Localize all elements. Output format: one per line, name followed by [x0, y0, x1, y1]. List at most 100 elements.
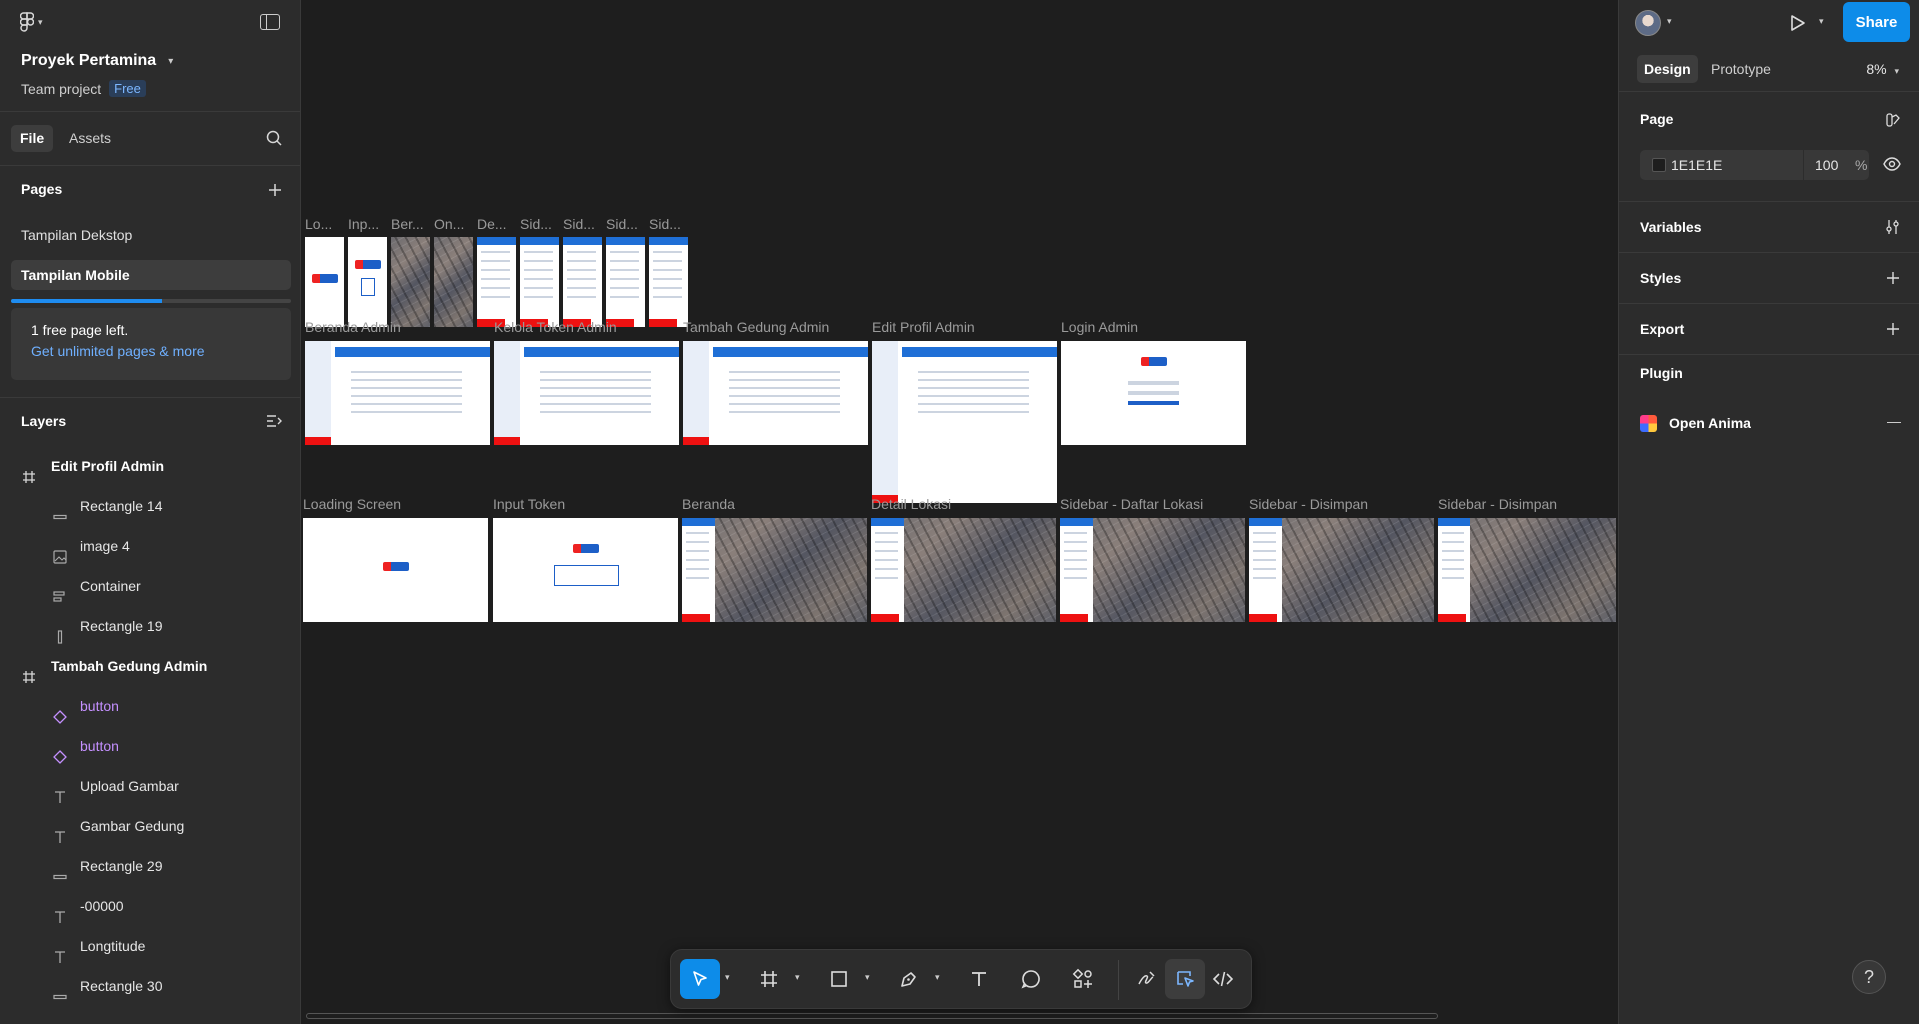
canvas[interactable]: Lo... Inp... Ber... On... De... Sid... Sid... S…: [302, 0, 1618, 1024]
design-mode-button[interactable]: [1165, 959, 1205, 999]
frame-thumbnail[interactable]: [391, 237, 430, 327]
tab-design[interactable]: Design: [1637, 55, 1698, 83]
frame-label[interactable]: Sid...: [649, 216, 691, 232]
frame-label[interactable]: De...: [477, 216, 519, 232]
frame-label[interactable]: Sidebar - Daftar Lokasi: [1060, 496, 1245, 512]
frame-thumbnail[interactable]: [1061, 341, 1246, 445]
layer-row[interactable]: -00000: [0, 886, 300, 926]
layer-row[interactable]: Rectangle 14: [0, 486, 300, 526]
sidebar-toggle-icon[interactable]: [260, 14, 280, 30]
layer-row[interactable]: Rectangle 30: [0, 966, 300, 1006]
zoom-dropdown[interactable]: 8% ▾: [1866, 61, 1899, 77]
collapse-layers-icon[interactable]: [266, 414, 282, 428]
frame-thumbnail[interactable]: [683, 341, 868, 445]
export-section[interactable]: Export: [1619, 304, 1919, 355]
frame-label[interactable]: On...: [434, 216, 476, 232]
frame-label[interactable]: Sidebar - Disimpan: [1438, 496, 1618, 512]
chevron-down-icon[interactable]: ▾: [1667, 16, 1672, 27]
layer-row[interactable]: button: [0, 726, 300, 766]
frame-thumbnail[interactable]: [305, 237, 344, 327]
page-item-tampilan-mobile[interactable]: Tampilan Mobile: [11, 260, 291, 290]
layer-row[interactable]: Container: [0, 566, 300, 606]
dev-mode-button[interactable]: [1203, 959, 1243, 999]
actions-tool-button[interactable]: [1063, 959, 1103, 999]
help-button[interactable]: ?: [1852, 960, 1886, 994]
frame-label[interactable]: Edit Profil Admin: [872, 319, 1057, 335]
frame-label[interactable]: Detail Lokasi: [871, 496, 1056, 512]
plan-badge[interactable]: Free: [109, 80, 146, 97]
variables-sliders-icon[interactable]: [1885, 219, 1901, 235]
layer-row[interactable]: image 4: [0, 526, 300, 566]
frame-label[interactable]: Login Admin: [1061, 319, 1246, 335]
text-tool-button[interactable]: [959, 959, 999, 999]
frame-label[interactable]: Tambah Gedung Admin: [683, 319, 868, 335]
chevron-down-icon[interactable]: ▾: [865, 972, 877, 984]
frame-label[interactable]: Sidebar - Disimpan: [1249, 496, 1434, 512]
minus-icon[interactable]: [1887, 422, 1901, 423]
frame-thumbnail[interactable]: [477, 237, 516, 327]
chevron-down-icon[interactable]: ▾: [795, 972, 807, 984]
frame-label[interactable]: Inp...: [348, 216, 390, 232]
pen-tool-button[interactable]: [889, 959, 929, 999]
upsell-link[interactable]: Get unlimited pages & more: [31, 343, 271, 359]
layer-row[interactable]: Rectangle 19: [0, 606, 300, 646]
layer-row[interactable]: Edit Profil Admin: [0, 446, 300, 486]
frame-thumbnail[interactable]: [348, 237, 387, 327]
chevron-down-icon[interactable]: ▾: [935, 972, 947, 984]
plugin-open-anima[interactable]: Open Anima: [1619, 406, 1919, 440]
chevron-down-icon[interactable]: ▾: [725, 972, 737, 984]
frame-thumbnail[interactable]: [305, 341, 490, 445]
styles-section[interactable]: Styles: [1619, 253, 1919, 304]
opacity-value[interactable]: 100: [1815, 157, 1838, 173]
project-title[interactable]: Proyek Pertamina ▾: [21, 52, 173, 70]
hex-value[interactable]: 1E1E1E: [1671, 157, 1722, 173]
add-page-plus-icon[interactable]: [267, 182, 283, 198]
frame-thumbnail[interactable]: [872, 341, 1057, 503]
tab-assets[interactable]: Assets: [60, 125, 120, 152]
page-item-tampilan-dekstop[interactable]: Tampilan Dekstop: [11, 220, 291, 250]
layer-row[interactable]: Rectangle 29: [0, 846, 300, 886]
color-styles-icon[interactable]: [1885, 112, 1901, 128]
frame-thumbnail[interactable]: [434, 237, 473, 327]
frame-label[interactable]: Ber...: [391, 216, 433, 232]
layer-row[interactable]: Upload Gambar: [0, 766, 300, 806]
frame-thumbnail[interactable]: [1438, 518, 1616, 622]
frame-thumbnail[interactable]: [520, 237, 559, 327]
draw-mode-button[interactable]: [1127, 959, 1167, 999]
tab-file[interactable]: File: [11, 125, 54, 152]
frame-label[interactable]: Kelola Token Admin: [494, 319, 679, 335]
share-button[interactable]: Share: [1843, 2, 1910, 42]
move-tool-button[interactable]: [680, 959, 720, 999]
frame-thumbnail[interactable]: [493, 518, 678, 622]
frame-label[interactable]: Beranda: [682, 496, 867, 512]
frame-thumbnail[interactable]: [1060, 518, 1245, 622]
frame-thumbnail[interactable]: [871, 518, 1056, 622]
main-menu-button[interactable]: ▾: [20, 12, 43, 32]
layer-row[interactable]: button: [0, 686, 300, 726]
horizontal-scrollbar[interactable]: [306, 1013, 1438, 1019]
frame-label[interactable]: Sid...: [563, 216, 605, 232]
layer-row[interactable]: Longtitude: [0, 926, 300, 966]
avatar[interactable]: [1635, 10, 1661, 36]
layer-row[interactable]: Tambah Gedung Admin: [0, 646, 300, 686]
tab-prototype[interactable]: Prototype: [1704, 55, 1778, 83]
frame-thumbnail[interactable]: [606, 237, 645, 327]
frame-label[interactable]: Input Token: [493, 496, 678, 512]
page-color-field[interactable]: 1E1E1E 100 %: [1640, 150, 1869, 180]
eye-visibility-icon[interactable]: [1883, 157, 1901, 171]
frame-label[interactable]: Lo...: [305, 216, 347, 232]
frame-label[interactable]: Beranda Admin: [305, 319, 490, 335]
frame-thumbnail[interactable]: [649, 237, 688, 327]
layer-row[interactable]: Gambar Gedung: [0, 806, 300, 846]
frame-label[interactable]: Sid...: [520, 216, 562, 232]
rectangle-tool-button[interactable]: [819, 959, 859, 999]
frame-thumbnail[interactable]: [563, 237, 602, 327]
frame-thumbnail[interactable]: [1249, 518, 1434, 622]
chevron-down-icon[interactable]: ▾: [1819, 16, 1824, 27]
frame-thumbnail[interactable]: [682, 518, 867, 622]
variables-section[interactable]: Variables: [1619, 202, 1919, 253]
search-icon[interactable]: [266, 130, 282, 146]
frame-thumbnail[interactable]: [494, 341, 679, 445]
color-swatch[interactable]: [1652, 158, 1666, 172]
add-style-plus-icon[interactable]: [1885, 270, 1901, 286]
